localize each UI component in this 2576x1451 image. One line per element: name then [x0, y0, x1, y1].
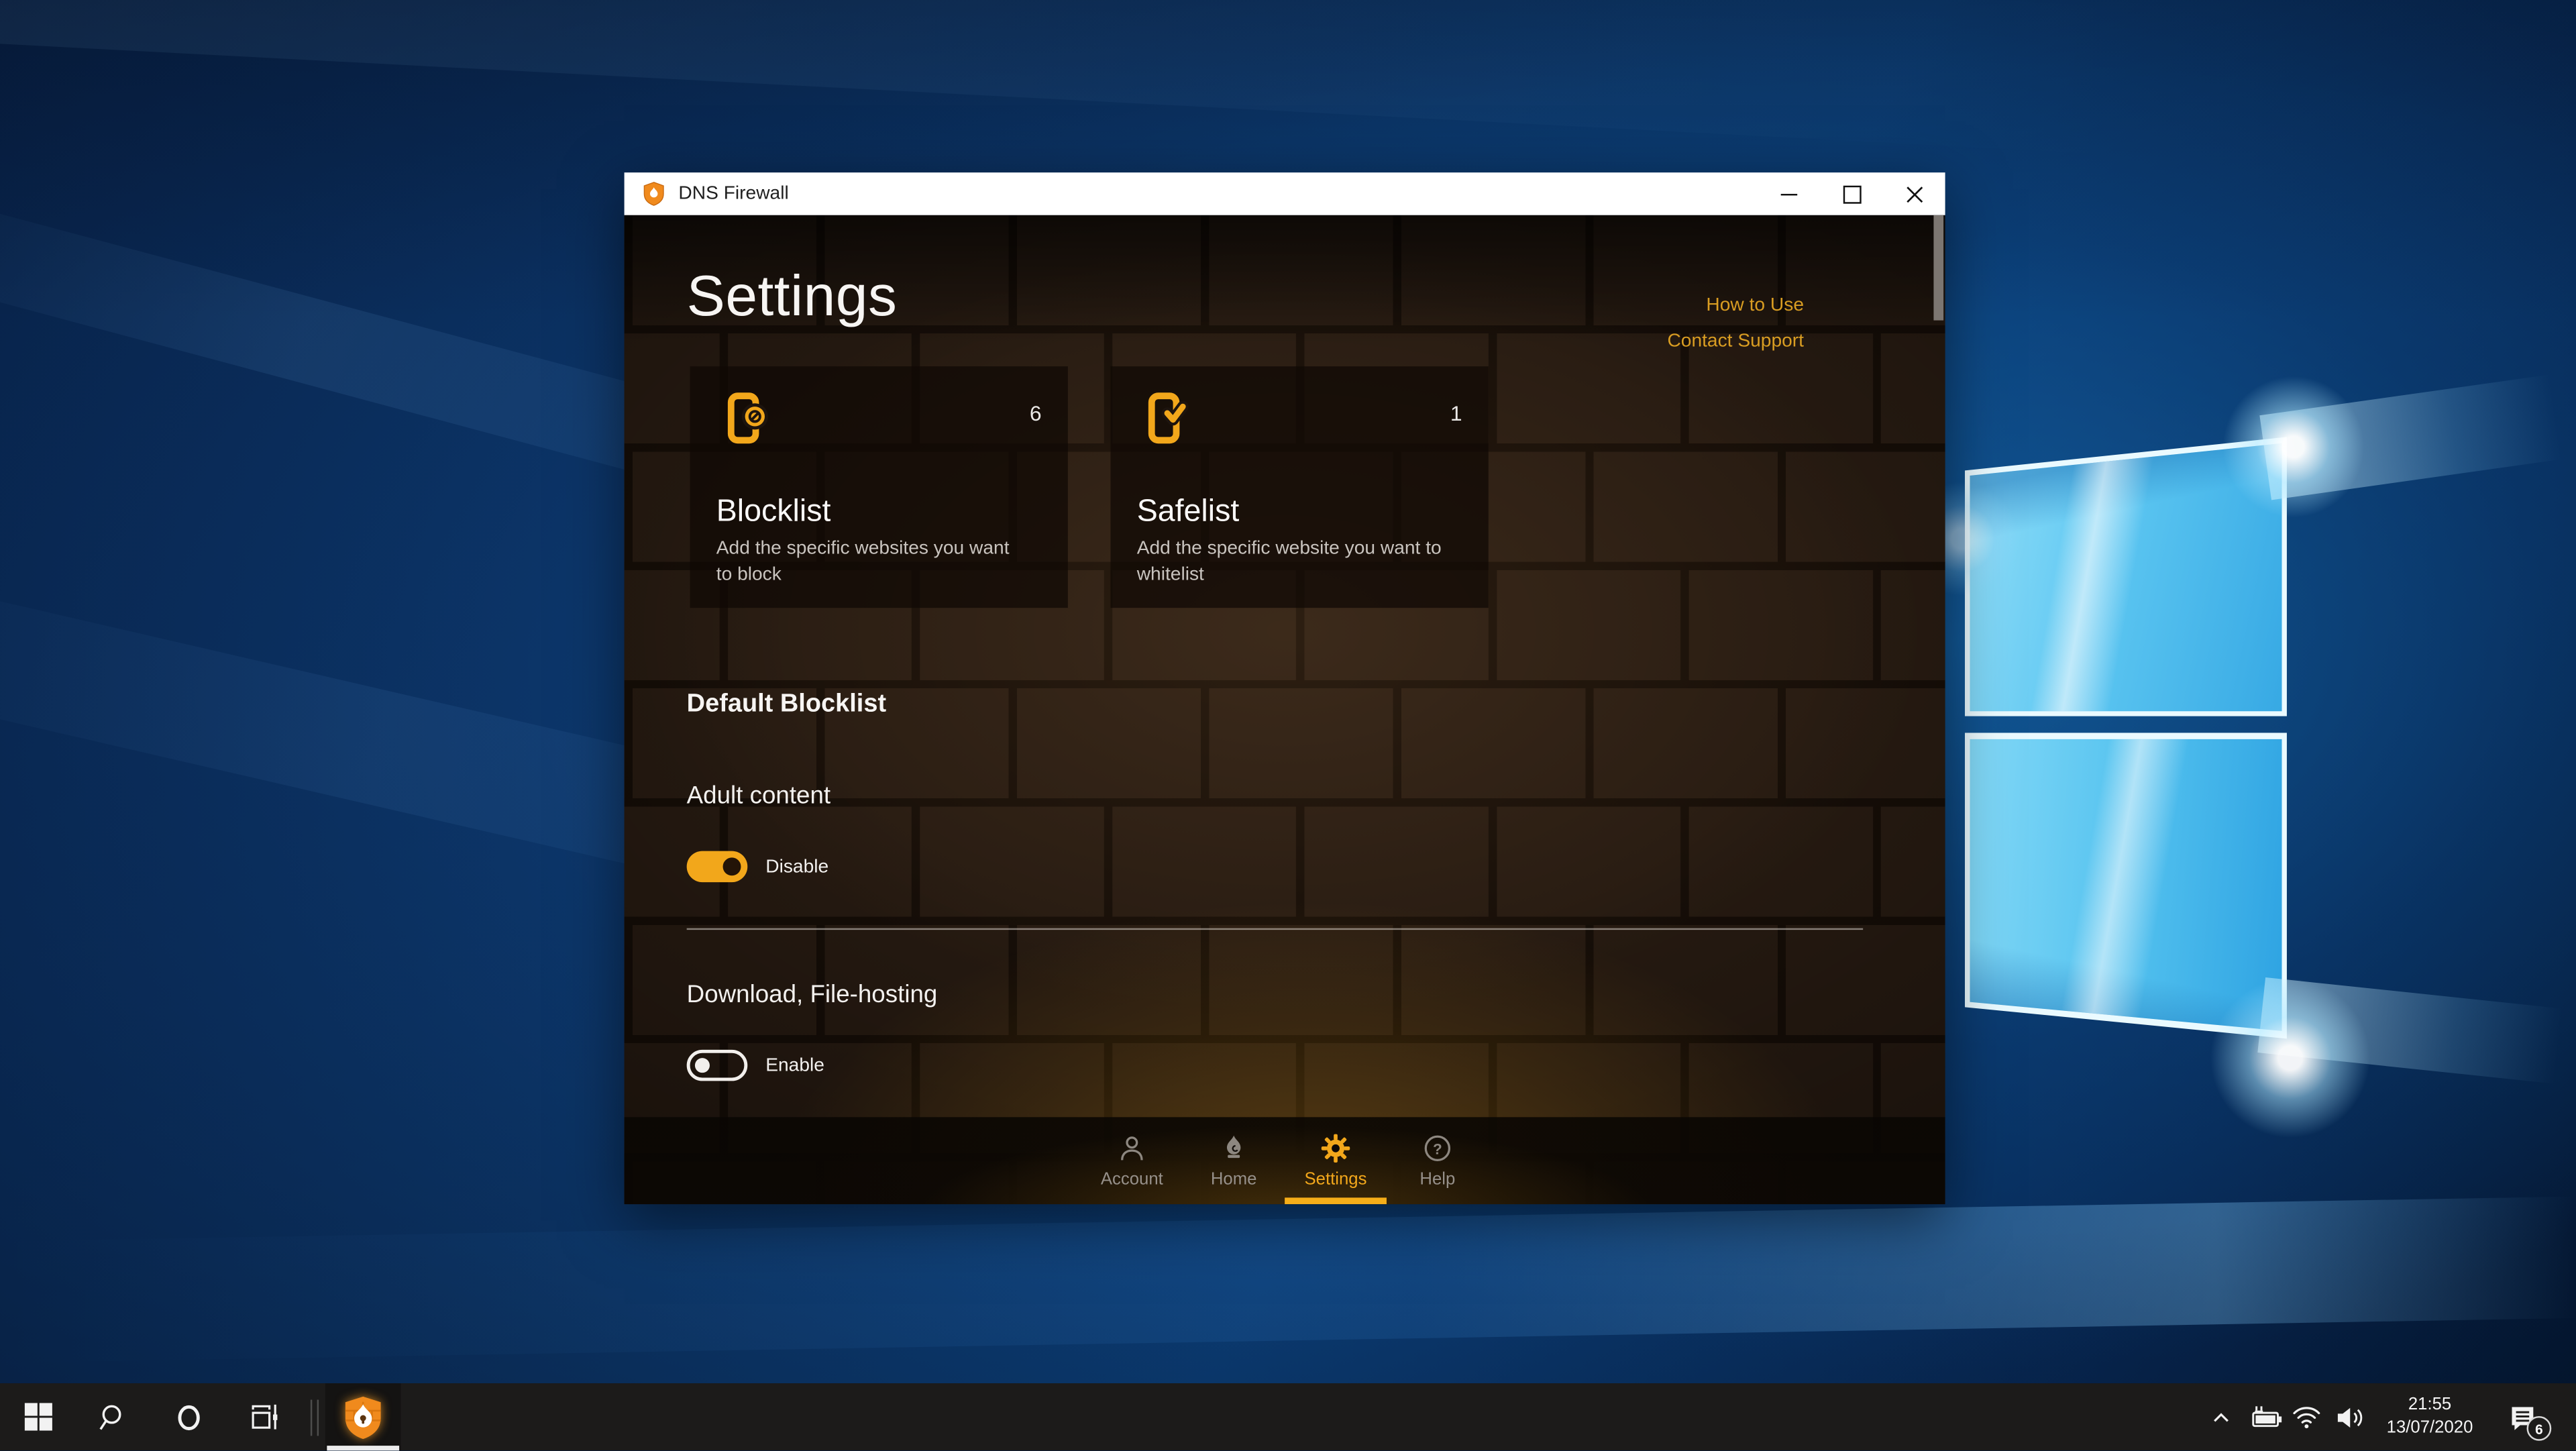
section-divider: [686, 928, 1864, 930]
phone-check-icon: [1137, 391, 1196, 450]
notification-badge: 6: [2526, 1416, 2552, 1441]
svg-text:?: ?: [1433, 1140, 1442, 1157]
light-beam: [0, 0, 2576, 185]
maximize-button[interactable]: [1820, 172, 1882, 215]
light-beam: [2257, 977, 2576, 1089]
help-links: How to Use Contact Support: [1667, 288, 1804, 360]
chevron-up-icon: [2214, 1412, 2229, 1421]
taskbar-clock[interactable]: 21:55 13/07/2020: [2372, 1395, 2487, 1440]
tab-help-label: Help: [1419, 1169, 1456, 1190]
tray-overflow-button[interactable]: [2198, 1383, 2245, 1450]
network-button[interactable]: [2287, 1383, 2326, 1450]
gear-icon: [1321, 1134, 1350, 1163]
safelist-title: Safelist: [1136, 494, 1240, 529]
toggle-knob: [694, 1058, 710, 1073]
search-button[interactable]: [76, 1383, 152, 1450]
windows-logo-icon: [23, 1403, 52, 1431]
person-icon: [1121, 1136, 1143, 1161]
tab-account-label: Account: [1100, 1169, 1163, 1190]
cortana-button[interactable]: [151, 1383, 227, 1450]
minimize-button[interactable]: [1758, 172, 1820, 215]
minimize-icon: [1780, 193, 1798, 195]
clock-date: 13/07/2020: [2386, 1417, 2473, 1437]
taskbar: 21:55 13/07/2020 6: [0, 1383, 2576, 1451]
blocklist-title: Blocklist: [716, 494, 831, 529]
adult-content-toggle[interactable]: [686, 851, 748, 883]
download-filehosting-toggle-label: Enable: [765, 1055, 824, 1075]
help-icon: ?: [1424, 1135, 1451, 1162]
window-titlebar: DNS Firewall: [624, 172, 1945, 215]
adult-content-label: Adult content: [686, 782, 831, 810]
windows-logo-top-pane: [1964, 437, 2287, 716]
wifi-icon: [2293, 1407, 2320, 1429]
dns-firewall-taskbar-button[interactable]: [325, 1383, 401, 1451]
tab-settings-label: Settings: [1304, 1169, 1367, 1190]
maximize-icon: [1842, 184, 1861, 203]
blocklist-card[interactable]: 6 Blocklist Add the specific websites yo…: [690, 366, 1068, 608]
safelist-description: Add the specific website you want to whi…: [1136, 538, 1442, 586]
start-button[interactable]: [0, 1383, 76, 1450]
tab-help[interactable]: ? Help: [1387, 1117, 1489, 1204]
safelist-card[interactable]: 1 Safelist Add the specific website you …: [1110, 366, 1489, 608]
toggle-knob: [722, 857, 741, 876]
window-scrollbar[interactable]: [1933, 215, 1944, 1204]
volume-icon: [2337, 1407, 2362, 1427]
desktop: DNS Firewall Settings How to Use Contact…: [0, 0, 2576, 1451]
window-title: DNS Firewall: [678, 184, 789, 204]
light-beam: [2259, 367, 2576, 500]
safelist-count: 1: [1450, 400, 1462, 426]
clock-time: 21:55: [2408, 1394, 2452, 1415]
close-button[interactable]: [1883, 172, 1945, 215]
battery-charging-icon: [2251, 1405, 2281, 1426]
cortana-icon: [178, 1404, 200, 1430]
dns-firewall-window: DNS Firewall Settings How to Use Contact…: [624, 172, 1945, 1205]
blocklist-count: 6: [1029, 400, 1042, 426]
blocklist-description: Add the specific websites you want to bl…: [716, 538, 1010, 586]
windows-logo-bottom-pane: [1964, 733, 2287, 1048]
close-icon: [1906, 186, 1923, 202]
tab-home-label: Home: [1210, 1169, 1257, 1190]
volume-button[interactable]: [2326, 1383, 2373, 1450]
system-tray: 21:55 13/07/2020 6: [2198, 1383, 2576, 1450]
dns-firewall-app-icon: [345, 1395, 381, 1438]
download-filehosting-toggle[interactable]: [686, 1049, 748, 1081]
bottom-navigation: Account Home Settings ? Help: [624, 1117, 1945, 1205]
flame-icon: [1226, 1135, 1241, 1159]
tab-settings[interactable]: Settings: [1285, 1117, 1387, 1205]
settings-page: Settings How to Use Contact Support 6 Bl…: [624, 215, 1945, 1205]
search-icon: [99, 1404, 121, 1430]
active-app-indicator: [327, 1446, 400, 1451]
page-title: Settings: [686, 264, 898, 329]
tab-home[interactable]: Home: [1183, 1117, 1285, 1204]
action-center-button[interactable]: 6: [2487, 1383, 2560, 1450]
app-shield-icon: [643, 180, 665, 207]
scrollbar-thumb[interactable]: [1933, 215, 1944, 321]
contact-support-link[interactable]: Contact Support: [1667, 323, 1804, 360]
task-view-button[interactable]: [227, 1383, 303, 1450]
default-blocklist-heading: Default Blocklist: [686, 690, 887, 718]
task-view-icon: [251, 1404, 277, 1430]
battery-button[interactable]: [2244, 1383, 2287, 1450]
adult-content-toggle-label: Disable: [765, 857, 829, 877]
phone-blocked-icon: [716, 391, 775, 450]
how-to-use-link[interactable]: How to Use: [1667, 288, 1804, 324]
download-filehosting-label: Download, File-hosting: [686, 981, 938, 1009]
tab-account[interactable]: Account: [1081, 1117, 1183, 1204]
taskbar-divider: [303, 1383, 325, 1450]
light-beam: [0, 1196, 2576, 1363]
